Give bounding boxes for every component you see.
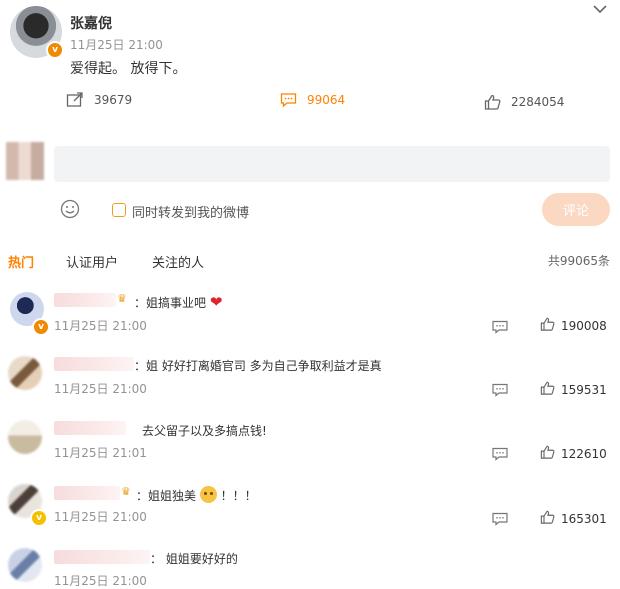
author-name[interactable]: 张嘉倪 [70,13,112,33]
reply-icon[interactable] [492,382,508,401]
repost-checkbox[interactable] [112,203,126,217]
submit-comment-button[interactable]: 评论 [542,193,610,226]
comment-avatar[interactable] [8,548,42,582]
thumbs-up-icon [540,317,555,334]
reply-icon[interactable] [492,446,508,465]
comment-avatar[interactable] [8,420,42,454]
repost-checkbox-label[interactable]: 同时转发到我的微博 [132,202,249,221]
vip-crown-icon: ♛ [117,292,127,305]
vip-crown-icon: ♛ [121,485,131,498]
chevron-down-icon[interactable] [592,0,608,19]
comment-count: 99064 [307,93,346,107]
comment-text: 去父留子以及多搞点钱! [142,424,267,438]
comment-text: ：姐 好好打离婚官司 多为自己争取利益才是真 [134,359,382,373]
share-icon [66,92,84,108]
comment-text: ：姐搞事业吧 ❤ [134,293,223,311]
reply-icon[interactable] [492,319,508,338]
post-text: 爱得起。 放得下。 [70,61,187,77]
comment-username[interactable] [54,357,134,371]
comment-like-count: 190008 [561,318,607,333]
repost-count: 39679 [94,93,133,107]
comment-username[interactable] [54,550,150,564]
verified-badge: v [30,509,48,527]
my-avatar [6,142,44,180]
comment-like-count: 165301 [561,511,607,526]
comment-username[interactable] [54,486,120,500]
comment-like-button[interactable]: 190008 [540,317,607,334]
comment-avatar[interactable] [8,356,42,390]
comment-like-button[interactable]: 159531 [540,381,607,398]
comment-time[interactable]: 11月25日 21:00 [54,380,147,397]
repost-button[interactable]: 39679 [66,92,132,108]
comment-like-count: 122610 [561,446,607,461]
post-time[interactable]: 11月25日 21:00 [70,36,163,53]
like-count: 2284054 [511,95,565,109]
comment-like-button[interactable]: 122610 [540,445,607,462]
comment-time[interactable]: 11月25日 21:00 [54,572,147,589]
reply-icon[interactable] [492,511,508,530]
comment-time[interactable]: 11月25日 21:00 [54,508,147,525]
emoji-icon[interactable] [60,199,80,223]
comment-like-count: 159531 [561,382,607,397]
comment-text: ：姐姐独美 ！！！ [136,486,257,504]
comment-input[interactable] [54,146,610,182]
tab-hot[interactable]: 热门 [8,252,34,271]
like-button[interactable]: 2284054 [484,94,564,110]
comment-button[interactable]: 99064 [280,92,345,108]
thumbs-up-icon [484,94,501,110]
thumbs-up-icon [540,381,555,398]
verified-badge: v [32,318,50,336]
thumbs-up-icon [540,510,555,527]
comment-text: ： 姐姐要好好的 [150,552,238,566]
worried-emoji-icon [199,486,217,503]
tab-verified-users[interactable]: 认证用户 [66,252,118,271]
heart-emoji-icon: ❤ [209,293,223,311]
comment-total: 共99065条 [547,254,610,268]
comment-icon [280,92,297,108]
comment-time[interactable]: 11月25日 21:00 [54,317,147,334]
thumbs-up-icon [540,445,555,462]
tab-following[interactable]: 关注的人 [152,252,204,271]
comment-time[interactable]: 11月25日 21:01 [54,444,147,461]
comment-username[interactable] [54,421,126,435]
verified-badge: v [46,41,64,59]
comment-username[interactable] [54,293,116,307]
comment-like-button[interactable]: 165301 [540,510,607,527]
